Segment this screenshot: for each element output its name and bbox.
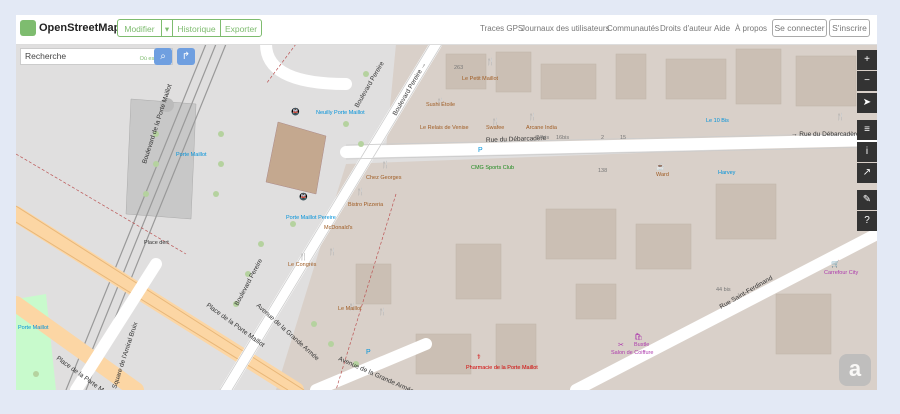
- label-le-petit-maillot: Le Petit Maillot: [462, 76, 499, 82]
- label-house-138: 138: [598, 168, 607, 174]
- label-place-dert: Place dert: [144, 240, 169, 246]
- label-house-16bis: 16bis: [556, 135, 569, 141]
- edit-button[interactable]: Modifier: [117, 19, 162, 37]
- search-go-button[interactable]: ⌕: [154, 48, 172, 65]
- svg-text:🍴: 🍴: [328, 247, 337, 256]
- label-carrefour: Carrefour City: [824, 270, 858, 276]
- label-cmg-sports: CMG Sports Club: [471, 165, 514, 171]
- zoom-in-button[interactable]: +: [857, 50, 877, 70]
- map-svg: 🍴 🍴 🍴 🍴 🍴 🍴 🍴 ☕ 🍴 🍴 🍴 🍴 ⚕ 🛒 ✂ 🛍 🚇 🚇 P P …: [16, 44, 877, 390]
- label-harvey: Harvey: [718, 170, 736, 176]
- zoom-out-icon: −: [864, 75, 870, 86]
- label-sushi-etoile: Sushi Étoile: [426, 101, 455, 108]
- svg-text:🍴: 🍴: [528, 112, 537, 121]
- label-arcane: Arcane India: [526, 125, 558, 131]
- label-le-congres: Le Congrès: [288, 262, 317, 268]
- info-button[interactable]: i: [857, 142, 877, 162]
- directions-button[interactable]: ↱: [177, 48, 195, 65]
- label-porte-maillot-pereire: Porte Maillot Pereire: [286, 215, 336, 221]
- history-button[interactable]: Historique: [172, 19, 221, 37]
- top-bar: OpenStreetMap Modifier ▾ Historique Expo…: [16, 15, 877, 45]
- info-icon: i: [865, 146, 869, 157]
- svg-text:🛒: 🛒: [831, 259, 840, 268]
- nav-copyright[interactable]: Droits d'auteur: [660, 24, 712, 33]
- svg-text:🍴: 🍴: [299, 252, 308, 261]
- label-swafee: Swafee: [486, 125, 504, 131]
- zoom-out-button[interactable]: −: [857, 71, 877, 91]
- label-le-maillot: Le Maillot: [338, 306, 362, 312]
- label-house-263: 263: [454, 65, 463, 71]
- locate-button[interactable]: ➤: [857, 93, 877, 113]
- query-icon: ?: [864, 215, 870, 226]
- export-button[interactable]: Exporter: [220, 19, 262, 37]
- svg-text:🍴: 🍴: [381, 160, 390, 169]
- label-porte-maillot: Porte Maillot: [176, 152, 207, 158]
- svg-text:P: P: [478, 147, 483, 154]
- note-icon: ✎: [862, 194, 872, 205]
- label-neuilly-porte-maillot: Neuilly Porte Maillot: [316, 110, 365, 116]
- nav-communities[interactable]: Communautés: [607, 24, 659, 33]
- browser-frame: OpenStreetMap Modifier ▾ Historique Expo…: [16, 15, 877, 390]
- layers-button[interactable]: ≡: [857, 120, 877, 140]
- map-canvas[interactable]: 🍴 🍴 🍴 🍴 🍴 🍴 🍴 ☕ 🍴 🍴 🍴 🍴 ⚕ 🛒 ✂ 🛍 🚇 🚇 P P …: [16, 44, 877, 390]
- login-button[interactable]: Se connecter: [772, 19, 827, 37]
- svg-text:🛍: 🛍: [634, 332, 643, 341]
- nav-user-diaries[interactable]: Journaux des utilisateurs: [521, 24, 610, 33]
- label-porte-maillot-rer: Porte Maillot: [18, 325, 49, 331]
- layers-icon: ≡: [864, 124, 870, 135]
- osm-logo-icon[interactable]: [20, 20, 36, 36]
- label-le-10bis: Le 10 Bis: [706, 118, 729, 124]
- directions-icon: ↱: [181, 51, 191, 62]
- watermark-logo: a: [839, 354, 871, 386]
- share-icon: ↗: [862, 167, 872, 178]
- svg-text:🍴: 🍴: [356, 187, 365, 196]
- svg-text:🍴: 🍴: [378, 307, 387, 316]
- search-placeholder: Recherche: [25, 51, 67, 61]
- svg-text:🚇: 🚇: [299, 192, 308, 201]
- svg-text:🚇: 🚇: [291, 107, 300, 116]
- locate-icon: ➤: [862, 97, 872, 108]
- svg-text:🍴: 🍴: [486, 57, 495, 66]
- label-chez-georges: Chez Georges: [366, 175, 402, 181]
- search-icon: ⌕: [160, 51, 166, 62]
- share-button[interactable]: ↗: [857, 163, 877, 183]
- brand-name[interactable]: OpenStreetMap: [39, 22, 120, 34]
- label-house-44: 44 bis: [716, 287, 731, 293]
- label-rue-debarcadere-b: → Rue du Débarcadère: [791, 131, 860, 138]
- svg-text:P: P: [366, 349, 371, 356]
- label-ward: Ward: [656, 172, 669, 178]
- svg-text:☕: ☕: [656, 162, 665, 171]
- label-bistro: Bistro Pizzeria: [348, 202, 384, 208]
- label-mcdonalds: McDonald's: [324, 225, 353, 231]
- label-bustle: Bustle: [634, 342, 649, 348]
- nav-gps-traces[interactable]: Traces GPS: [480, 24, 523, 33]
- search-input[interactable]: Recherche Où est-ce ?: [20, 48, 173, 65]
- zoom-in-icon: +: [864, 54, 870, 65]
- label-salon: Salon de Coiffure: [611, 350, 653, 356]
- label-pharmacie: Pharmacie de la Porte Maillot: [466, 365, 538, 371]
- svg-text:⚕: ⚕: [477, 353, 481, 361]
- svg-text:🍴: 🍴: [836, 112, 845, 121]
- note-button[interactable]: ✎: [857, 190, 877, 210]
- label-house-2: 2: [601, 135, 604, 141]
- query-button[interactable]: ?: [857, 211, 877, 231]
- svg-text:✂: ✂: [618, 342, 624, 349]
- label-house-14bis: 14bis: [536, 135, 549, 141]
- signup-button[interactable]: S'inscrire: [829, 19, 870, 37]
- nav-help[interactable]: Aide: [714, 24, 730, 33]
- label-le-relais: Le Relais de Venise: [420, 125, 469, 131]
- label-house-15: 15: [620, 135, 626, 141]
- nav-about[interactable]: À propos: [735, 24, 767, 33]
